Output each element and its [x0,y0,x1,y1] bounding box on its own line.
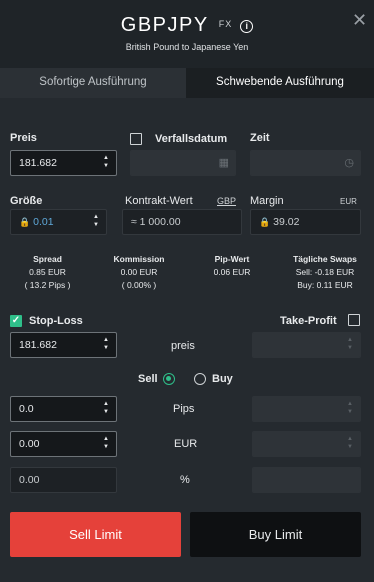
daily-swaps-label: Tägliche Swaps [293,254,357,264]
percent-label: % [180,474,190,486]
buy-limit-button[interactable]: Buy Limit [190,512,361,557]
stop-loss-percent-input[interactable]: 0.00 [10,467,117,493]
instrument-type: FX [218,19,233,29]
stop-loss-eur-stepper[interactable]: ▲ ▼ [102,435,110,451]
expiry-date-input[interactable]: ▦ [130,150,236,176]
calendar-icon: ▦ [218,157,229,169]
tab-pending-execution[interactable]: Schwebende Ausführung [186,68,374,98]
spread-stat: Spread 0.85 EUR ( 13.2 Pips ) [10,253,85,292]
margin-value: 39.02 [273,216,300,228]
margin-currency: EUR [340,197,357,206]
stop-loss-eur-input[interactable]: 0.00 ▲ ▼ [10,431,117,457]
take-profit-percent-input[interactable] [252,467,361,493]
price-input-value: 181.682 [19,157,57,169]
lock-icon: 🔒 [19,217,31,227]
commission-stat: Kommission 0.00 EUR ( 0.00% ) [100,253,178,292]
info-icon[interactable]: i [240,20,254,33]
expiry-label: Verfallsdatum [155,133,228,145]
side-buy-label: Buy [212,373,233,385]
stop-loss-eur-value: 0.00 [19,438,40,450]
price-input[interactable]: 181.682 ▲ ▼ [10,150,117,176]
time-label: Zeit [250,132,270,144]
stop-loss-pips-stepper[interactable]: ▲ ▼ [102,400,110,416]
stop-loss-price-stepper[interactable]: ▲ ▼ [102,336,110,352]
margin-field: 🔒 39.02 [250,209,361,235]
side-sell-radio[interactable] [163,373,175,385]
side-buy-radio[interactable] [194,373,206,385]
spread-value: 0.85 EUR [29,267,66,277]
spread-label: Spread [33,254,62,264]
pip-value-stat: Pip-Wert 0.06 EUR [196,253,268,279]
side-sell-label: Sell [138,373,158,385]
price-stepper[interactable]: ▲ ▼ [102,154,110,170]
stop-loss-pips-input[interactable]: 0.0 ▲ ▼ [10,396,117,422]
take-profit-eur-input[interactable]: ▲ ▼ [252,431,361,457]
contract-value: ≈ 1 000.00 [131,216,181,228]
stop-loss-price-input[interactable]: 181.682 ▲ ▼ [10,332,117,358]
take-profit-checkbox[interactable] [348,314,360,326]
commission-label: Kommission [113,254,165,264]
contract-currency[interactable]: GBP [217,196,236,206]
symbol: GBPJPY [120,14,209,36]
stop-loss-price-value: 181.682 [19,339,57,351]
swap-buy: Buy: 0.11 EUR [297,280,353,290]
margin-label: Margin [250,195,284,207]
contract-value-label: Kontrakt-Wert [125,195,193,207]
sell-limit-button[interactable]: Sell Limit [10,512,181,557]
size-input-value: 0.01 [33,216,54,228]
expiry-checkbox[interactable] [130,133,142,145]
stop-loss-label: Stop-Loss [29,315,83,327]
size-input[interactable]: 🔒 0.01 ▲ ▼ [10,209,107,235]
daily-swaps-stat: Tägliche Swaps Sell: -0.18 EUR Buy: 0.11… [280,253,370,292]
take-profit-pips-input[interactable]: ▲ ▼ [252,396,361,422]
pip-value: 0.06 EUR [213,267,251,277]
tab-instant-execution[interactable]: Sofortige Ausführung [0,68,186,98]
take-profit-label: Take-Profit [280,315,337,327]
size-label: Größe [10,195,43,207]
close-icon[interactable]: ✕ [352,10,367,31]
clock-icon: ◷ [344,157,354,169]
eur-label: EUR [174,438,198,450]
spread-pips: ( 13.2 Pips ) [24,280,71,290]
stop-loss-pips-value: 0.0 [19,403,34,415]
size-stepper[interactable]: ▲ ▼ [92,213,100,229]
instrument-description: British Pound to Japanese Yen [125,42,249,52]
stop-loss-percent-value: 0.00 [19,474,40,486]
stop-loss-checkbox[interactable]: ✓ [10,315,22,327]
pip-value-label: Pip-Wert [214,254,250,264]
contract-value-field: ≈ 1 000.00 [122,209,242,235]
price-label: Preis [10,132,37,144]
lock-icon: 🔒 [259,217,271,227]
pips-label: Pips [173,403,195,415]
take-profit-price-stepper[interactable]: ▲ ▼ [346,336,354,352]
commission-value: 0.00 EUR [120,267,158,277]
time-input[interactable]: ◷ [250,150,361,176]
take-profit-eur-stepper[interactable]: ▲ ▼ [346,435,354,451]
stop-loss-price-label: preis [171,340,195,352]
instrument-title: GBPJPY FX i [0,14,374,37]
take-profit-price-input[interactable]: ▲ ▼ [252,332,361,358]
take-profit-pips-stepper[interactable]: ▲ ▼ [346,400,354,416]
commission-pct: ( 0.00% ) [121,280,157,290]
swap-sell: Sell: -0.18 EUR [295,267,355,277]
